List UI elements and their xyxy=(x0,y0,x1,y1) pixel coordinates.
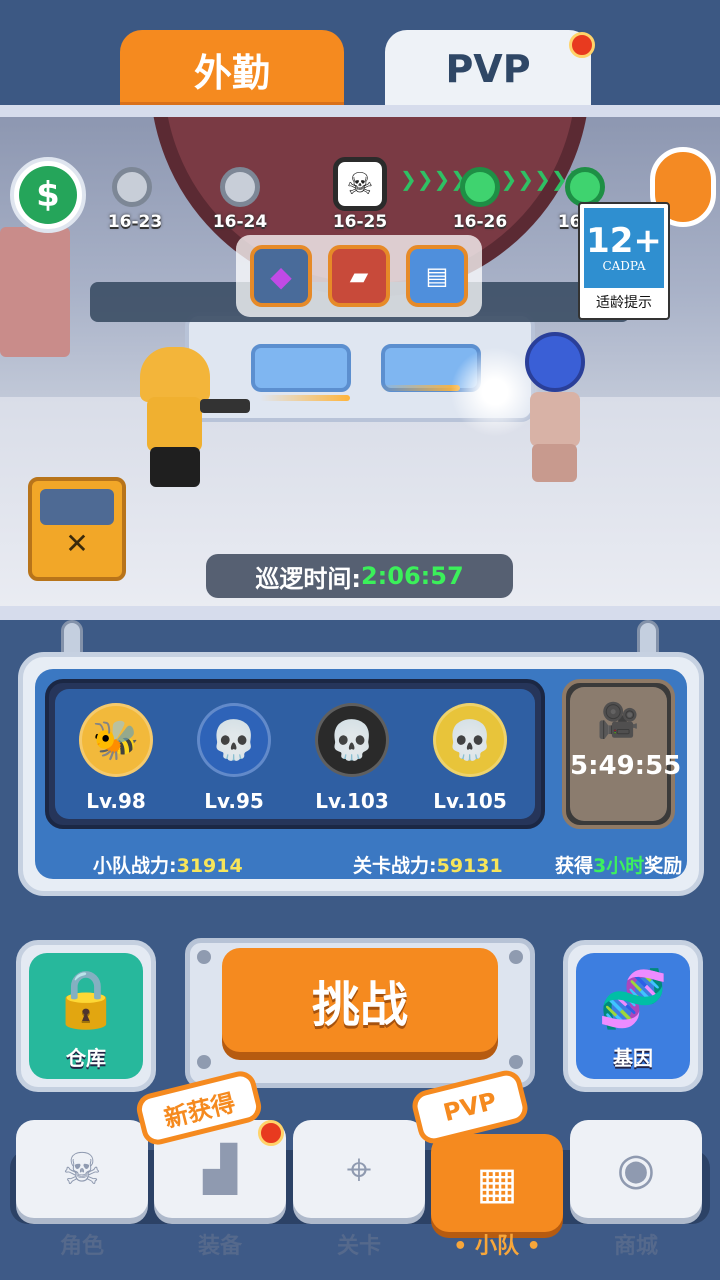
stage-node-upcoming[interactable] xyxy=(565,167,605,207)
top-tab-bar xyxy=(0,0,720,105)
stage-node-cleared[interactable] xyxy=(220,167,260,207)
gene-label: 基因 xyxy=(613,1046,653,1070)
chip-icon[interactable]: ▤ xyxy=(406,245,468,307)
age-rating-org: CADPA xyxy=(602,259,646,273)
nav-stage[interactable]: ⌖ xyxy=(293,1120,425,1218)
member-level: Lv.95 xyxy=(204,789,264,813)
dollar-icon: $ xyxy=(19,166,77,224)
squad-member[interactable]: 💀 Lv.105 xyxy=(415,697,525,827)
patrol-timer: 巡逻时间: 2:06:57 xyxy=(206,554,513,598)
stage-label: 16-25 xyxy=(332,212,388,232)
tab-outwork[interactable]: 外勤 xyxy=(120,30,344,108)
nav-label-stage: 关卡 xyxy=(336,1234,381,1259)
treasure-chest[interactable]: ✕ xyxy=(28,477,126,581)
stage-label: 16-26 xyxy=(452,212,508,232)
age-rating-badge: 12+ CADPA 适龄提示 xyxy=(578,202,670,320)
player-gun xyxy=(200,399,250,413)
reward-hours: 3小时 xyxy=(593,855,645,877)
money-button[interactable]: $ xyxy=(10,157,86,233)
video-camera-icon: 🎥 xyxy=(597,701,640,741)
stage-node-boss[interactable]: ☠ xyxy=(333,157,387,211)
pvp-notification-dot xyxy=(569,32,595,58)
player-character xyxy=(135,347,215,487)
nav-shop[interactable]: ◉ xyxy=(570,1120,702,1218)
nav-label-squad-text: 小队 xyxy=(474,1234,519,1259)
squad-power-label: 小队战力: xyxy=(93,855,177,877)
member-level: Lv.103 xyxy=(315,789,389,813)
challenge-button[interactable]: 挑战 xyxy=(222,948,498,1052)
patrol-time: 2:06:57 xyxy=(360,562,464,590)
skull-icon: ☠ xyxy=(346,166,374,202)
bullet-trail xyxy=(380,385,460,391)
warehouse-label: 仓库 xyxy=(66,1046,106,1070)
nav-label-equipment: 装备 xyxy=(197,1234,242,1259)
stage-node-cleared[interactable] xyxy=(112,167,152,207)
stage-power-value: 59131 xyxy=(436,855,503,877)
video-countdown: 5:49:55 xyxy=(570,751,682,781)
stage-label: 16-24 xyxy=(212,212,268,232)
patrol-label: 巡逻时间: xyxy=(255,564,361,593)
reward-suffix: 奖励 xyxy=(644,855,683,877)
straw-hat-hero-avatar: 💀 xyxy=(433,703,507,777)
member-level: Lv.98 xyxy=(86,789,146,813)
nav-label-character: 角色 xyxy=(59,1234,104,1259)
dna-icon: 🧬 xyxy=(598,967,668,1032)
gene-button[interactable]: 🧬 基因 xyxy=(563,940,703,1092)
nav-label-squad: • 小队 • xyxy=(453,1234,541,1259)
stage-power: 关卡战力:59131 xyxy=(353,851,503,878)
age-rating-value: 12+ xyxy=(586,221,662,261)
nav-character[interactable]: ☠ xyxy=(16,1120,148,1218)
warehouse-button[interactable]: 🔒 仓库 xyxy=(16,940,156,1092)
skull-icon: ☠ xyxy=(62,1143,102,1195)
safe-box-icon: 🔒 xyxy=(51,967,121,1032)
scene-shop-stall xyxy=(0,227,70,357)
captain-hero-avatar: 💀 xyxy=(197,703,271,777)
boss-rewards-bar: ◆ ▰ ▤ xyxy=(236,235,482,317)
squad-member[interactable]: 🐝 Lv.98 xyxy=(61,697,171,827)
stage-label: 16-23 xyxy=(107,212,163,232)
bee-hero-avatar: 🐝 xyxy=(79,703,153,777)
age-rating-tip: 适龄提示 xyxy=(596,295,652,311)
map-pin-icon: ⌖ xyxy=(346,1143,372,1195)
battle-scene: ❯❯❯❯❯❯❯❯❯❯❯❯ $ ☠ 16-23 16-24 16-25 16-26… xyxy=(0,105,720,620)
tab-pvp[interactable]: PVP xyxy=(385,30,591,108)
stage-node-upcoming[interactable] xyxy=(460,167,500,207)
member-level: Lv.105 xyxy=(433,789,507,813)
stage-power-label: 关卡战力: xyxy=(353,855,437,877)
shop-icon: ◉ xyxy=(616,1143,656,1195)
machine-screen xyxy=(251,344,351,392)
video-reward-button[interactable]: 🎥 5:49:55 xyxy=(562,679,682,829)
gem-icon[interactable]: ◆ xyxy=(250,245,312,307)
chest-x-icon: ✕ xyxy=(65,527,89,560)
enemy-character xyxy=(520,332,590,482)
gun-blueprint-icon[interactable]: ▰ xyxy=(328,245,390,307)
bullet-trail xyxy=(260,395,350,401)
reward-prefix: 获得 xyxy=(555,855,594,877)
squad-power-value: 31914 xyxy=(176,855,243,877)
squad-power: 小队战力:31914 xyxy=(93,851,243,878)
squad-panel: 🐝 Lv.98 💀 Lv.95 💀 Lv.103 💀 Lv.105 🎥 5:49… xyxy=(18,652,704,896)
squad-icon: ▦ xyxy=(476,1157,518,1209)
nav-label-shop: 商城 xyxy=(613,1234,658,1259)
equipment-notification-dot xyxy=(258,1120,284,1146)
squad-member[interactable]: 💀 Lv.103 xyxy=(297,697,407,827)
mouse-ear-hero-avatar: 💀 xyxy=(315,703,389,777)
video-reward-text: 获得3小时奖励 xyxy=(555,851,682,878)
nav-squad[interactable]: ▦ xyxy=(431,1134,563,1232)
gun-icon: ▟ xyxy=(203,1143,237,1195)
squad-roster: 🐝 Lv.98 💀 Lv.95 💀 Lv.103 💀 Lv.105 xyxy=(45,679,545,829)
squad-member[interactable]: 💀 Lv.95 xyxy=(179,697,289,827)
